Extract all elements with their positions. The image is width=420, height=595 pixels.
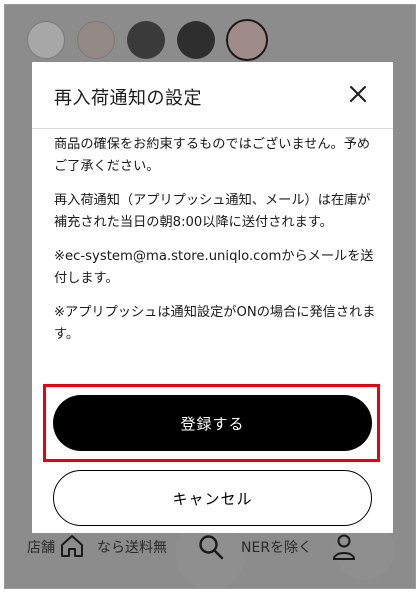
register-button[interactable]: 登録する — [53, 395, 372, 451]
color-swatch[interactable] — [27, 21, 65, 59]
promo-text-left: 店舗 — [27, 540, 55, 556]
home-icon[interactable] — [59, 533, 85, 563]
close-icon — [347, 86, 369, 109]
notice-text: ※アプリプッシュは通知設定がONの場合に発信されます。 — [54, 305, 376, 342]
color-swatch-selected[interactable] — [226, 19, 268, 61]
cancel-button[interactable]: キャンセル — [53, 470, 372, 526]
color-swatch[interactable] — [177, 21, 215, 59]
promo-text-right: NERを除く — [241, 540, 313, 556]
user-icon[interactable] — [331, 533, 357, 565]
dialog-body: 商品の確保をお約束するものではございません。予めご了承ください。 再入荷通知（ア… — [54, 134, 376, 358]
color-swatch[interactable] — [77, 21, 115, 59]
promo-text-mid: なら送料無 — [97, 540, 167, 556]
color-swatch[interactable] — [127, 21, 165, 59]
close-button[interactable] — [347, 83, 369, 105]
dialog-header: 再入荷通知の設定 — [32, 62, 393, 129]
search-icon[interactable] — [197, 533, 225, 565]
notice-text: 再入荷通知（アプリプッシュ通知、メール）は在庫が補充された当日の朝8:00以降に… — [54, 193, 371, 230]
restock-notification-dialog: 再入荷通知の設定 商品の確保をお約束するものではございません。予めご了承ください… — [32, 62, 393, 533]
dialog-title: 再入荷通知の設定 — [54, 88, 202, 109]
page-background: 店舗 なら送料無 NERを除く 再入荷通知の設定 商品の確保をお約束するものでは… — [4, 4, 416, 589]
notice-text: ※ec-system@ma.store.uniqlo.comからメールを送付しま… — [54, 249, 374, 286]
notice-text: 商品の確保をお約束するものではございません。予めご了承ください。 — [54, 137, 371, 174]
